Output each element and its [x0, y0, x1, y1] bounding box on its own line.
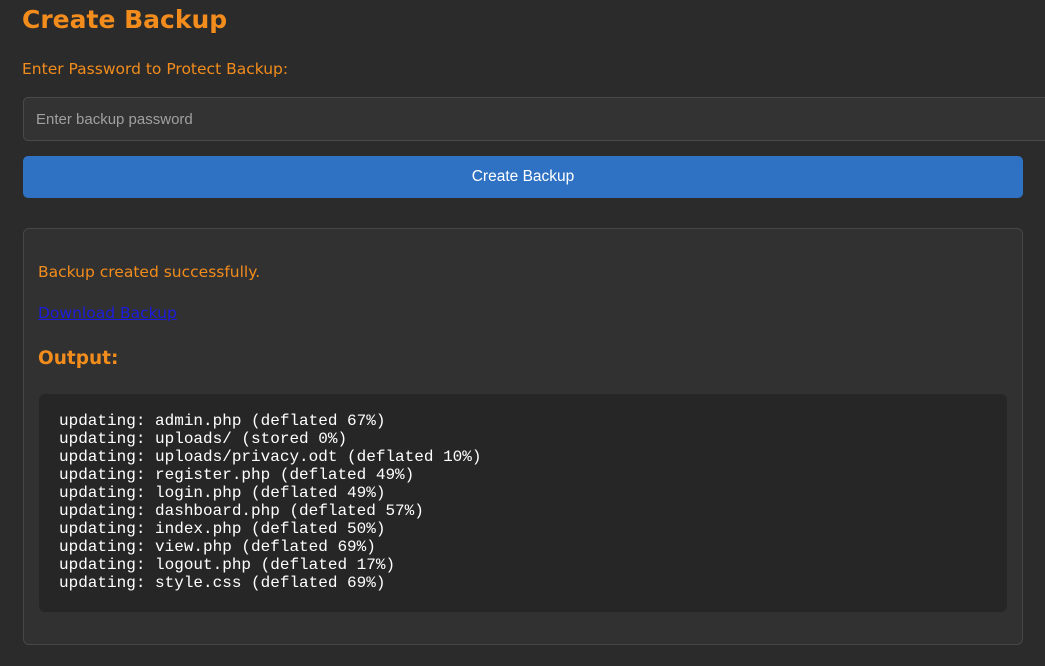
output-line: updating: index.php (deflated 50%) [59, 520, 386, 538]
output-line: updating: dashboard.php (deflated 57%) [59, 502, 424, 520]
output-line: updating: logout.php (deflated 17%) [59, 556, 396, 574]
create-backup-button[interactable]: Create Backup [23, 156, 1023, 198]
success-message: Backup created successfully. [38, 263, 261, 281]
output-line: updating: style.css (deflated 69%) [59, 574, 386, 592]
page-title: Create Backup [22, 5, 228, 34]
output-line: updating: uploads/ (stored 0%) [59, 430, 348, 448]
backup-page: Create Backup Enter Password to Protect … [0, 0, 1045, 666]
output-line: updating: register.php (deflated 49%) [59, 466, 415, 484]
output-heading: Output: [38, 348, 119, 369]
output-line: updating: view.php (deflated 69%) [59, 538, 376, 556]
output-line: updating: login.php (deflated 49%) [59, 484, 386, 502]
result-panel: Backup created successfully. Download Ba… [23, 228, 1023, 645]
backup-password-input[interactable] [23, 97, 1045, 141]
output-console: updating: admin.php (deflated 67%) updati… [39, 394, 1007, 612]
password-label: Enter Password to Protect Backup: [22, 60, 289, 78]
output-line: updating: admin.php (deflated 67%) [59, 412, 386, 430]
download-backup-link[interactable]: Download Backup [38, 303, 177, 323]
output-line: updating: uploads/privacy.odt (deflated … [59, 448, 482, 466]
